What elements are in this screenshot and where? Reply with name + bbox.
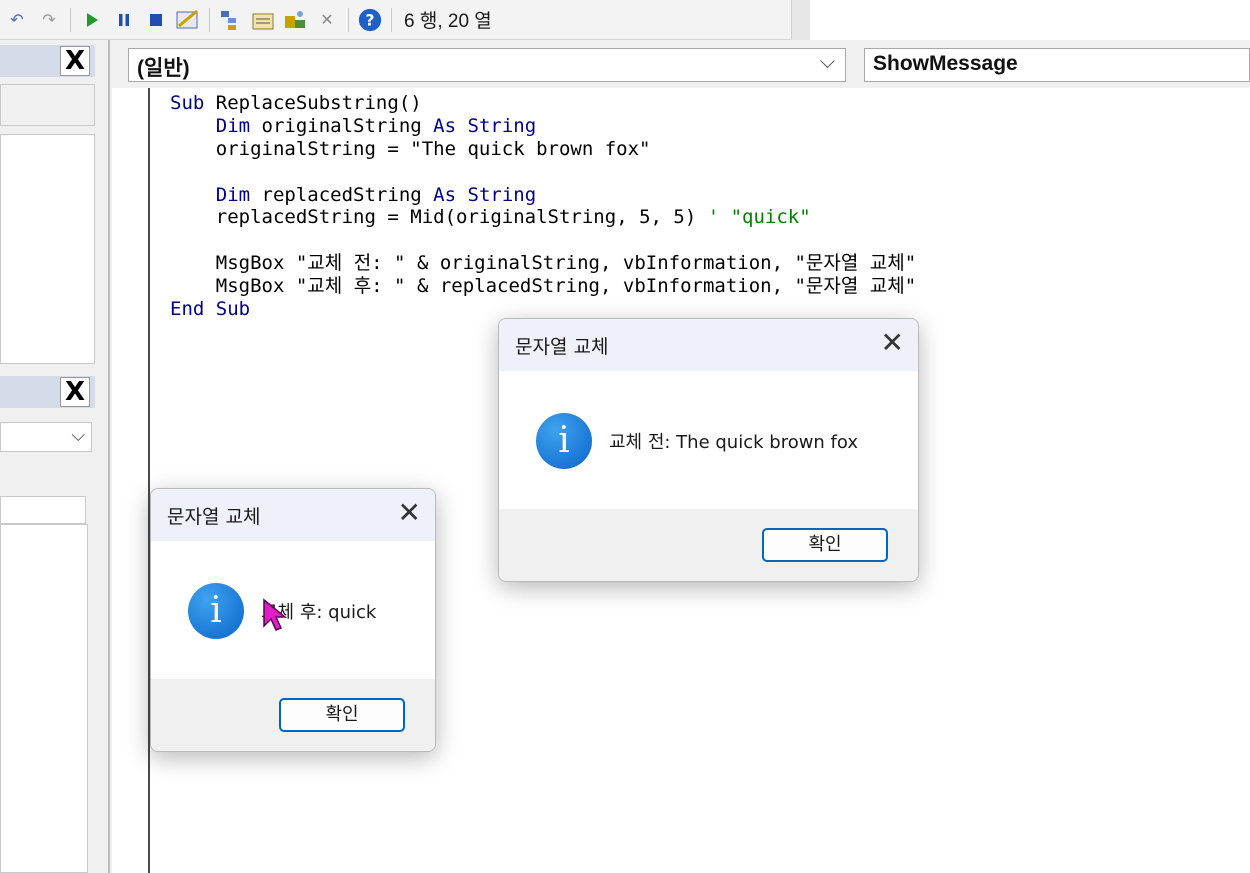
- code-line[interactable]: Dim originalString As String: [170, 115, 916, 138]
- ok-button[interactable]: 확인: [279, 698, 405, 732]
- project-explorer-icon[interactable]: [218, 7, 244, 33]
- toolbar-empty-area: [810, 0, 1250, 40]
- code-line[interactable]: MsgBox "교체 후: " & replacedString, vbInfo…: [170, 275, 916, 298]
- toolbar-separator: [70, 7, 71, 32]
- code-line[interactable]: Dim replacedString As String: [170, 184, 916, 207]
- close-icon[interactable]: ✕: [398, 499, 421, 527]
- code-line[interactable]: originalString = "The quick brown fox": [170, 138, 916, 161]
- procedure-combo[interactable]: ShowMessage: [864, 48, 1250, 82]
- left-dock-panel: X X ⌵: [0, 40, 100, 873]
- properties-grid[interactable]: [0, 524, 88, 873]
- toolbar-separator: [348, 7, 349, 32]
- svg-text:?: ?: [365, 10, 374, 29]
- mouse-pointer-icon: [263, 598, 288, 631]
- information-icon: i: [536, 413, 592, 469]
- object-combo[interactable]: (일반) ⌵: [128, 48, 846, 82]
- code-line[interactable]: [170, 161, 916, 184]
- object-combo-value: (일반): [137, 57, 190, 80]
- code-line[interactable]: replacedString = Mid(originalString, 5, …: [170, 206, 916, 229]
- splitter[interactable]: [108, 40, 110, 873]
- msgbox-footer: 확인: [499, 509, 918, 581]
- help-icon[interactable]: ?: [357, 7, 383, 33]
- project-panel-toolbar: [0, 84, 95, 126]
- procedure-combo-value: ShowMessage: [873, 52, 1018, 75]
- information-icon: i: [188, 583, 244, 639]
- msgbox-after: 문자열 교체 ✕ i 교체 후: quick 확인: [150, 488, 436, 752]
- code-text[interactable]: Sub ReplaceSubstring() Dim originalStrin…: [170, 92, 916, 321]
- pause-icon[interactable]: [111, 7, 137, 33]
- margin-indicator-bar[interactable]: [112, 88, 150, 873]
- msgbox-before: 문자열 교체 ✕ i 교체 전: The quick brown fox 확인: [498, 318, 919, 582]
- project-tree[interactable]: [0, 134, 95, 364]
- code-line[interactable]: MsgBox "교체 전: " & originalString, vbInfo…: [170, 252, 916, 275]
- chevron-down-icon: ⌵: [819, 51, 835, 73]
- toolbar-overflow-grip[interactable]: [791, 0, 810, 40]
- code-line[interactable]: Sub ReplaceSubstring(): [170, 92, 916, 115]
- msgbox-titlebar: 문자열 교체 ✕: [151, 489, 435, 541]
- ok-button[interactable]: 확인: [762, 528, 888, 562]
- close-icon[interactable]: ✕: [881, 329, 904, 357]
- msgbox-title: 문자열 교체: [515, 336, 609, 358]
- properties-object-dropdown[interactable]: ⌵: [0, 422, 92, 452]
- standard-toolbar: ↶ ↷ ✕ ? 6 행, 20 열: [0, 0, 810, 40]
- undo-icon[interactable]: ↶: [4, 7, 30, 33]
- redo-icon[interactable]: ↷: [36, 7, 62, 33]
- run-icon[interactable]: [79, 7, 105, 33]
- code-line[interactable]: [170, 229, 916, 252]
- chevron-down-icon: ⌵: [71, 425, 85, 446]
- object-browser-icon[interactable]: [282, 7, 308, 33]
- msgbox-message: 교체 전: The quick brown fox: [609, 432, 859, 453]
- toolbar-separator: [391, 7, 392, 32]
- cursor-position-status: 6 행, 20 열: [404, 11, 492, 32]
- design-mode-icon[interactable]: [175, 7, 201, 33]
- stop-icon[interactable]: [143, 7, 169, 33]
- msgbox-footer: 확인: [151, 679, 435, 751]
- properties-tab-strip: [0, 496, 86, 524]
- project-panel-close-button[interactable]: X: [60, 46, 90, 76]
- toolbox-icon[interactable]: ✕: [314, 7, 340, 33]
- properties-panel-close-button[interactable]: X: [60, 377, 90, 407]
- msgbox-title: 문자열 교체: [167, 506, 261, 528]
- toolbar-separator: [209, 7, 210, 32]
- msgbox-titlebar: 문자열 교체 ✕: [499, 319, 918, 371]
- properties-icon[interactable]: [250, 7, 276, 33]
